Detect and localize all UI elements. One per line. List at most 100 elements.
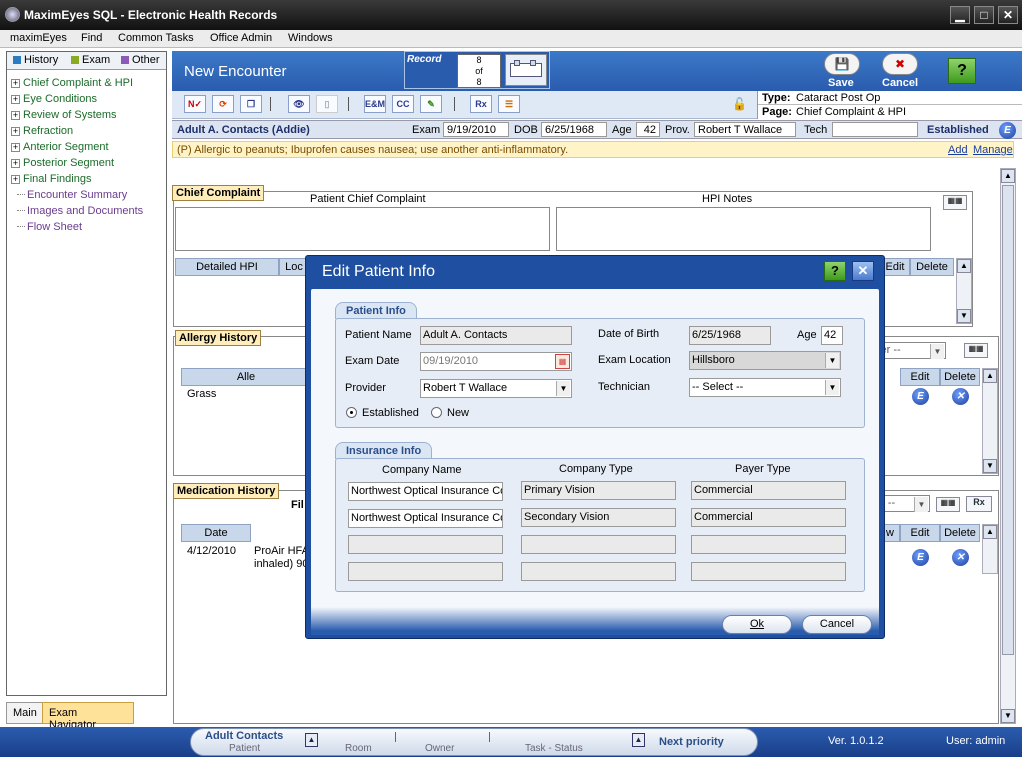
allergy-edit-icon[interactable]: E	[912, 388, 929, 405]
tab-exam-navigator[interactable]: Exam Navigator	[42, 702, 134, 731]
scroll-thumb[interactable]	[1002, 185, 1014, 655]
pencil-icon[interactable]: ✎	[420, 95, 442, 113]
nav-tab-history[interactable]: History	[13, 54, 58, 66]
save-icon[interactable]: 💾	[824, 53, 860, 75]
nav-item-final-findings[interactable]: + Final Findings	[11, 173, 91, 185]
menu-maximeyes[interactable]: maximEyes	[10, 32, 67, 44]
nav-item-review-of-systems[interactable]: + Review of Systems	[11, 109, 117, 121]
document-icon[interactable]: ▯	[316, 95, 338, 113]
copy-icon[interactable]: ❐	[240, 95, 262, 113]
dob-field[interactable]: 6/25/1968	[689, 326, 771, 345]
allergy-grid-scrollbar[interactable]: ▲ ▼	[982, 368, 998, 474]
dialog-close-icon[interactable]: ✕	[852, 261, 874, 281]
expand-icon[interactable]: +	[11, 79, 20, 88]
list-icon[interactable]: ☰	[498, 95, 520, 113]
scroll-up-icon[interactable]: ▲	[957, 259, 971, 273]
menu-common-tasks[interactable]: Common Tasks	[118, 32, 194, 44]
nav-item-refraction[interactable]: + Refraction	[11, 125, 73, 137]
insurance-company-field[interactable]	[348, 535, 503, 554]
chevron-down-icon[interactable]: ▼	[825, 380, 839, 395]
chevron-down-icon[interactable]: ▼	[825, 353, 839, 368]
nav-item-encounter-summary[interactable]: Encounter Summary	[17, 189, 127, 201]
insurance-payer-field[interactable]	[691, 562, 846, 581]
scroll-down-icon[interactable]: ▼	[1001, 709, 1015, 723]
med-row-drug[interactable]: ProAir HFA	[254, 545, 309, 557]
allergy-row-grass[interactable]: Grass	[187, 388, 216, 400]
hpi-notes-textarea[interactable]	[556, 207, 931, 251]
insurance-payer-field[interactable]: Commercial	[691, 481, 846, 500]
expand-icon[interactable]: +	[11, 95, 20, 104]
expand-icon[interactable]: +	[11, 159, 20, 168]
insurance-company-field[interactable]: Northwest Optical Insurance Co	[348, 509, 503, 528]
scroll-down-icon[interactable]: ▼	[983, 459, 997, 473]
chief-grid-scrollbar[interactable]: ▲ ▼	[956, 258, 972, 324]
unlock-icon[interactable]: 🔓	[732, 97, 747, 111]
keyboard-icon[interactable]: ▦▦	[964, 343, 988, 358]
record-list-icon[interactable]	[505, 54, 547, 86]
nav-tab-exam[interactable]: Exam	[71, 54, 110, 66]
insurance-type-field[interactable]	[521, 535, 676, 554]
chevron-down-icon[interactable]: ▼	[930, 344, 944, 359]
chevron-up-icon[interactable]: ▲	[305, 733, 318, 747]
ok-button[interactable]: Ok	[722, 615, 792, 634]
med-grid-scrollbar[interactable]: ▲	[982, 524, 998, 574]
refresh-icon[interactable]: ⟳	[212, 95, 234, 113]
patient-name-field[interactable]: Adult A. Contacts	[420, 326, 572, 345]
nav-item-chief-complaint[interactable]: + Chief Complaint & HPI	[11, 77, 133, 89]
rx-button[interactable]: Rx	[470, 95, 492, 113]
exam-date-field[interactable]: 09/19/2010 ▦	[420, 352, 572, 371]
alert-add-link[interactable]: Add	[948, 144, 968, 156]
insurance-type-field[interactable]	[521, 562, 676, 581]
tab-main[interactable]: Main	[6, 702, 44, 724]
scroll-up-icon[interactable]: ▲	[1001, 169, 1015, 183]
dialog-help-icon[interactable]: ?	[824, 261, 846, 281]
keyboard-icon[interactable]: ▦▦	[943, 195, 967, 210]
allergy-delete-icon[interactable]: ✕	[952, 388, 969, 405]
next-priority-label[interactable]: Next priority	[659, 736, 724, 748]
med-row-date[interactable]: 4/12/2010	[187, 545, 236, 557]
nav-item-images-documents[interactable]: Images and Documents	[17, 205, 143, 217]
nav-item-flow-sheet[interactable]: Flow Sheet	[17, 221, 82, 233]
edit-patient-icon[interactable]: E	[999, 122, 1016, 139]
keyboard-icon[interactable]: ▦▦	[936, 497, 960, 512]
chevron-down-icon[interactable]: ▼	[556, 381, 570, 396]
calendar-icon[interactable]: ▦	[555, 354, 570, 369]
scroll-up-icon[interactable]: ▲	[983, 369, 997, 383]
save-button[interactable]: Save	[828, 77, 854, 89]
cancel-icon[interactable]: ✖	[882, 53, 918, 75]
expand-icon[interactable]: +	[11, 127, 20, 136]
expand-icon[interactable]: +	[11, 143, 20, 152]
nav-item-anterior-segment[interactable]: + Anterior Segment	[11, 141, 109, 153]
established-radio[interactable]	[346, 407, 357, 418]
insurance-company-field[interactable]	[348, 562, 503, 581]
med-edit-icon[interactable]: E	[912, 549, 929, 566]
insurance-type-field[interactable]: Secondary Vision	[521, 508, 676, 527]
help-icon[interactable]: ?	[948, 58, 976, 84]
cc-button[interactable]: CC	[392, 95, 414, 113]
insurance-payer-field[interactable]: Commercial	[691, 508, 846, 527]
chief-complaint-textarea[interactable]	[175, 207, 550, 251]
minimize-button[interactable]: ▁	[950, 6, 970, 24]
insurance-payer-field[interactable]	[691, 535, 846, 554]
age-field[interactable]: 42	[821, 326, 843, 345]
technician-dropdown[interactable]: -- Select -- ▼	[689, 378, 841, 397]
insurance-company-field[interactable]: Northwest Optical Insurance Co	[348, 482, 503, 501]
exam-location-dropdown[interactable]: Hillsboro ▼	[689, 351, 841, 370]
nav-tab-other[interactable]: Other	[121, 54, 160, 66]
insurance-type-field[interactable]: Primary Vision	[521, 481, 676, 500]
nav-item-eye-conditions[interactable]: + Eye Conditions	[11, 93, 97, 105]
em-button[interactable]: E&M	[364, 95, 386, 113]
checkmark-icon[interactable]: N✓	[184, 95, 206, 113]
menu-windows[interactable]: Windows	[288, 32, 333, 44]
close-button[interactable]: ✕	[998, 6, 1018, 24]
rx-pad-button[interactable]: Rx	[966, 496, 992, 512]
menu-office-admin[interactable]: Office Admin	[210, 32, 272, 44]
cancel-button[interactable]: Cancel	[882, 77, 918, 89]
med-delete-icon[interactable]: ✕	[952, 549, 969, 566]
nav-item-posterior-segment[interactable]: + Posterior Segment	[11, 157, 114, 169]
dialog-cancel-button[interactable]: Cancel	[802, 615, 872, 634]
expand-icon[interactable]: +	[11, 111, 20, 120]
maximize-button[interactable]: □	[974, 6, 994, 24]
chevron-down-icon[interactable]: ▼	[914, 497, 928, 512]
main-scrollbar[interactable]: ▲ ▼	[1000, 168, 1016, 724]
